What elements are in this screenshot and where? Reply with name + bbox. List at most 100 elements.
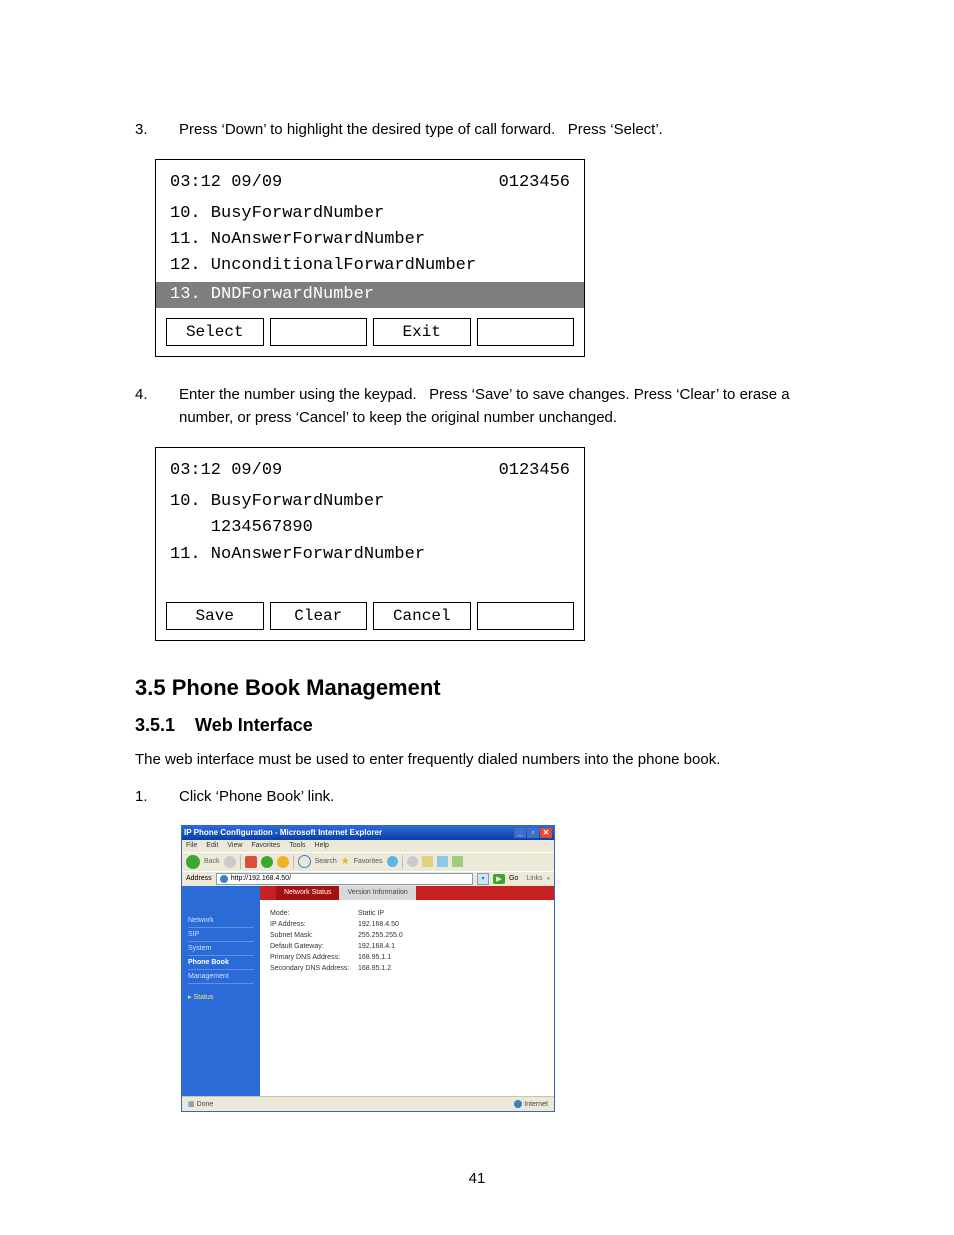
search-icon[interactable] — [298, 855, 311, 868]
intro-text: The web interface must be used to enter … — [135, 748, 834, 771]
softkey-blank-4[interactable] — [477, 318, 575, 346]
lcd1-id: 0123456 — [499, 170, 570, 196]
close-icon[interactable]: ✕ — [540, 828, 552, 838]
step-number: 4. — [135, 383, 179, 430]
browser-screenshot: IP Phone Configuration - Microsoft Inter… — [181, 825, 555, 1112]
back-icon[interactable] — [186, 855, 200, 869]
minimize-icon[interactable]: _ — [514, 828, 526, 838]
menu-bar: File Edit View Favorites Tools Help — [182, 840, 554, 852]
done-icon: ▦ — [188, 1101, 195, 1108]
menu-view[interactable]: View — [227, 842, 242, 849]
lcd1-line-10: 10. BusyForwardNumber — [156, 201, 584, 227]
softkey-clear[interactable]: Clear — [270, 602, 368, 630]
lcd-screen-1: 03:12 09/09 0123456 10. BusyForwardNumbe… — [155, 159, 585, 357]
lcd2-line-11: 11. NoAnswerForwardNumber — [156, 542, 584, 568]
nav-sip[interactable]: SIP — [188, 928, 254, 942]
lcd2-line-10: 10. BusyForwardNumber — [156, 489, 584, 515]
step-text: Click ‘Phone Book’ link. — [179, 785, 834, 808]
go-button[interactable]: ▶ — [493, 874, 505, 884]
lcd2-softkeys: Save Clear Cancel — [156, 594, 584, 630]
main-content: Network Status Version Information Mode:… — [260, 886, 554, 1096]
favorites-icon[interactable]: ★ — [341, 856, 350, 867]
kv-mask: Subnet Mask:255.255.255.0 — [260, 930, 554, 941]
separator-icon — [240, 855, 241, 869]
window-titlebar: IP Phone Configuration - Microsoft Inter… — [182, 826, 554, 840]
page-number: 41 — [0, 1170, 954, 1187]
mail-icon[interactable] — [407, 856, 418, 867]
refresh-icon[interactable] — [261, 856, 273, 868]
separator-icon — [402, 855, 403, 869]
kv-dns1: Primary DNS Address:168.95.1.1 — [260, 952, 554, 963]
softkey-blank-4[interactable] — [477, 602, 575, 630]
lcd2-id: 0123456 — [499, 458, 570, 484]
lcd2-value: 1234567890 — [156, 515, 584, 541]
lcd2-time: 03:12 09/09 — [170, 458, 282, 484]
lcd1-line-11: 11. NoAnswerForwardNumber — [156, 227, 584, 253]
sidebar-nav: Network SIP System Phone Book Management… — [182, 886, 260, 1096]
status-zone: Internet — [524, 1101, 548, 1108]
kv-mode: Mode:Static IP — [260, 908, 554, 919]
forward-icon[interactable] — [224, 856, 236, 868]
menu-tools[interactable]: Tools — [289, 842, 305, 849]
softkey-cancel[interactable]: Cancel — [373, 602, 471, 630]
lcd2-blank — [156, 568, 584, 594]
go-label: Go — [509, 875, 518, 882]
softkey-save[interactable]: Save — [166, 602, 264, 630]
stop-icon[interactable] — [245, 856, 257, 868]
menu-edit[interactable]: Edit — [206, 842, 218, 849]
address-url: http://192.168.4.50/ — [231, 875, 291, 882]
menu-help[interactable]: Help — [315, 842, 329, 849]
status-done: Done — [197, 1101, 214, 1108]
menu-favorites[interactable]: Favorites — [251, 842, 280, 849]
step-1: 1. Click ‘Phone Book’ link. — [135, 785, 834, 808]
softkey-blank-2[interactable] — [270, 318, 368, 346]
softkey-exit[interactable]: Exit — [373, 318, 471, 346]
address-bar: Address http://192.168.4.50/ ▾ ▶ Go Link… — [182, 871, 554, 886]
lcd1-softkeys: Select Exit — [156, 310, 584, 346]
address-input[interactable]: http://192.168.4.50/ — [216, 873, 473, 885]
kv-dns2: Secondary DNS Address:168.95.1.2 — [260, 963, 554, 974]
nav-phonebook[interactable]: Phone Book — [188, 956, 254, 970]
chevron-icon[interactable]: » — [547, 876, 550, 882]
print-icon[interactable] — [422, 856, 433, 867]
links-label[interactable]: Links — [526, 875, 542, 882]
softkey-select[interactable]: Select — [166, 318, 264, 346]
lcd1-line-13-selected: 13. DNDForwardNumber — [156, 282, 584, 308]
section-heading: 3.5 Phone Book Management — [135, 675, 834, 701]
step-4: 4. Enter the number using the keypad. Pr… — [135, 383, 834, 430]
step-text: Enter the number using the keypad. Press… — [179, 383, 834, 430]
kv-gateway: Default Gateway:192.168.4.1 — [260, 941, 554, 952]
step-3: 3. Press ‘Down’ to highlight the desired… — [135, 118, 834, 141]
lcd1-time: 03:12 09/09 — [170, 170, 282, 196]
separator-icon — [293, 855, 294, 869]
menu-file[interactable]: File — [186, 842, 197, 849]
home-icon[interactable] — [277, 856, 289, 868]
dropdown-icon[interactable]: ▾ — [477, 873, 489, 885]
back-label: Back — [204, 858, 220, 865]
favorites-label: Favorites — [354, 858, 383, 865]
search-label: Search — [315, 858, 337, 865]
step-number: 1. — [135, 785, 179, 808]
step-text: Press ‘Down’ to highlight the desired ty… — [179, 118, 834, 141]
nav-system[interactable]: System — [188, 942, 254, 956]
internet-zone-icon — [514, 1100, 522, 1108]
window-title: IP Phone Configuration - Microsoft Inter… — [184, 828, 382, 837]
address-label: Address — [186, 875, 212, 882]
tab-version-info[interactable]: Version Information — [339, 886, 415, 900]
lcd1-line-12: 12. UnconditionalForwardNumber — [156, 253, 584, 279]
browser-statusbar: ▦ Done Internet — [182, 1096, 554, 1111]
nav-management[interactable]: Management — [188, 970, 254, 984]
discuss-icon[interactable] — [452, 856, 463, 867]
tab-bar: Network Status Version Information — [260, 886, 554, 900]
toolbar: Back Search ★ Favorites — [182, 852, 554, 871]
maximize-icon[interactable]: ▫ — [527, 828, 539, 838]
tab-network-status[interactable]: Network Status — [276, 886, 339, 900]
kv-ip: IP Address:192.168.4.50 — [260, 919, 554, 930]
subsection-heading: 3.5.1 Web Interface — [135, 715, 834, 736]
nav-status[interactable]: ▸ Status — [188, 990, 254, 1004]
step-number: 3. — [135, 118, 179, 141]
nav-network[interactable]: Network — [188, 914, 254, 928]
edit-icon[interactable] — [437, 856, 448, 867]
ie-page-icon — [220, 875, 228, 883]
history-icon[interactable] — [387, 856, 398, 867]
